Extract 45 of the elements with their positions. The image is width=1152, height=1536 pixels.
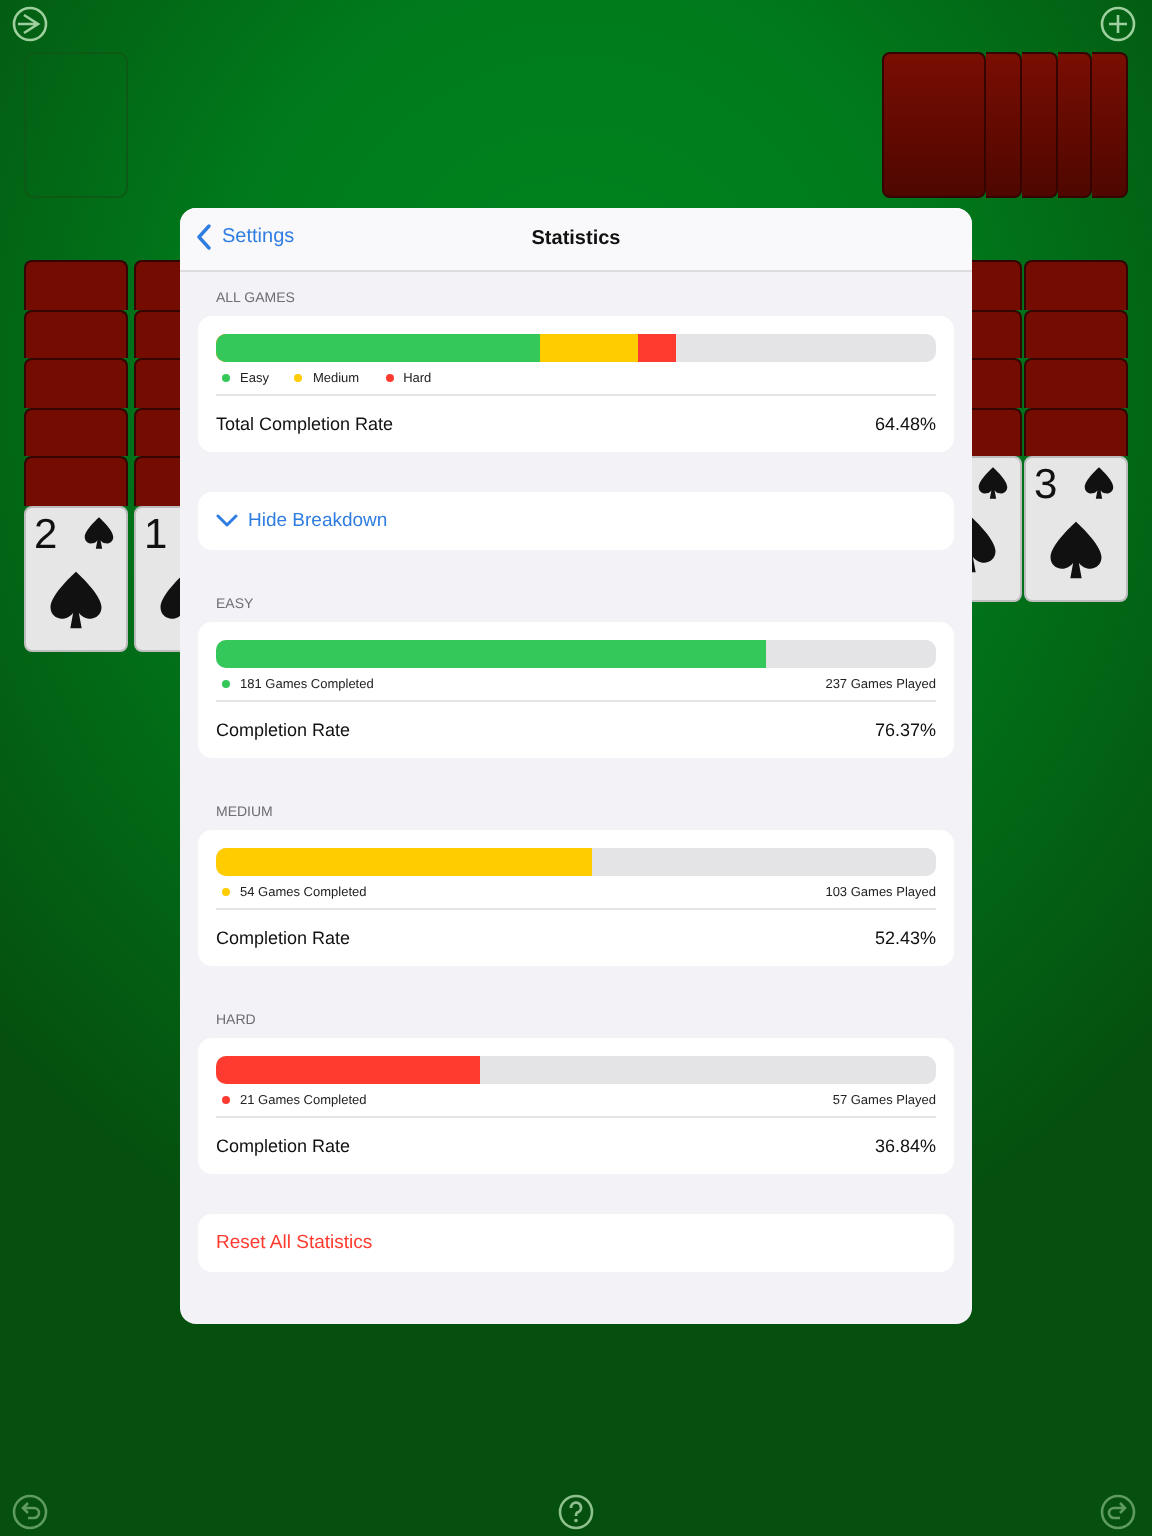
add-icon[interactable] xyxy=(1098,4,1138,44)
legend-dot xyxy=(222,888,230,896)
rate-label: Completion Rate xyxy=(216,1136,351,1156)
back-button[interactable]: Settings xyxy=(196,224,295,250)
rate-value: 64.48% xyxy=(874,414,936,434)
chevron-down-icon xyxy=(216,514,238,528)
card-rank: 3 xyxy=(1034,464,1058,508)
undo-icon[interactable] xyxy=(10,1492,50,1532)
hide-breakdown-button[interactable]: Hide Breakdown xyxy=(198,492,954,550)
legend-dot xyxy=(222,680,230,688)
rate-value: 36.84% xyxy=(874,1136,936,1156)
rate-label: Completion Rate xyxy=(216,720,351,740)
card-back[interactable] xyxy=(1024,260,1128,309)
legend-dot xyxy=(294,374,303,382)
card-rank: 2 xyxy=(34,513,58,557)
card-back[interactable] xyxy=(882,52,986,198)
redo-icon[interactable] xyxy=(1098,1492,1138,1532)
rate-value: 76.37% xyxy=(874,720,936,740)
spade-icon xyxy=(1080,464,1118,502)
help-icon[interactable] xyxy=(556,1492,596,1532)
card-back[interactable] xyxy=(24,358,128,407)
rate-label: Completion Rate xyxy=(216,928,351,948)
legend-dot xyxy=(385,374,394,382)
card-rank: 1 xyxy=(144,513,168,557)
spade-icon xyxy=(974,464,1012,502)
card-back[interactable] xyxy=(24,260,128,309)
card-back[interactable] xyxy=(1024,309,1128,358)
playing-card[interactable]: 2 xyxy=(24,505,128,651)
card-back[interactable] xyxy=(986,52,1022,198)
legend-dot xyxy=(222,374,230,382)
card-back[interactable] xyxy=(24,456,128,505)
reset-statistics-button[interactable]: Reset All Statistics xyxy=(198,1214,954,1272)
spade-icon xyxy=(80,513,118,551)
rate-value: 52.43% xyxy=(874,928,936,948)
chevron-left-icon xyxy=(196,224,212,250)
card-back[interactable] xyxy=(1021,52,1057,198)
rate-label: Total Completion Rate xyxy=(216,414,394,434)
playing-card[interactable]: 3 xyxy=(1024,456,1128,602)
play-icon[interactable] xyxy=(10,4,50,44)
card-back[interactable] xyxy=(24,309,128,358)
card-back[interactable] xyxy=(1024,358,1128,407)
card-back[interactable] xyxy=(24,407,128,456)
legend-dot xyxy=(222,1096,230,1104)
card-back[interactable] xyxy=(1024,407,1128,456)
sheet-title: Statistics xyxy=(531,228,621,250)
